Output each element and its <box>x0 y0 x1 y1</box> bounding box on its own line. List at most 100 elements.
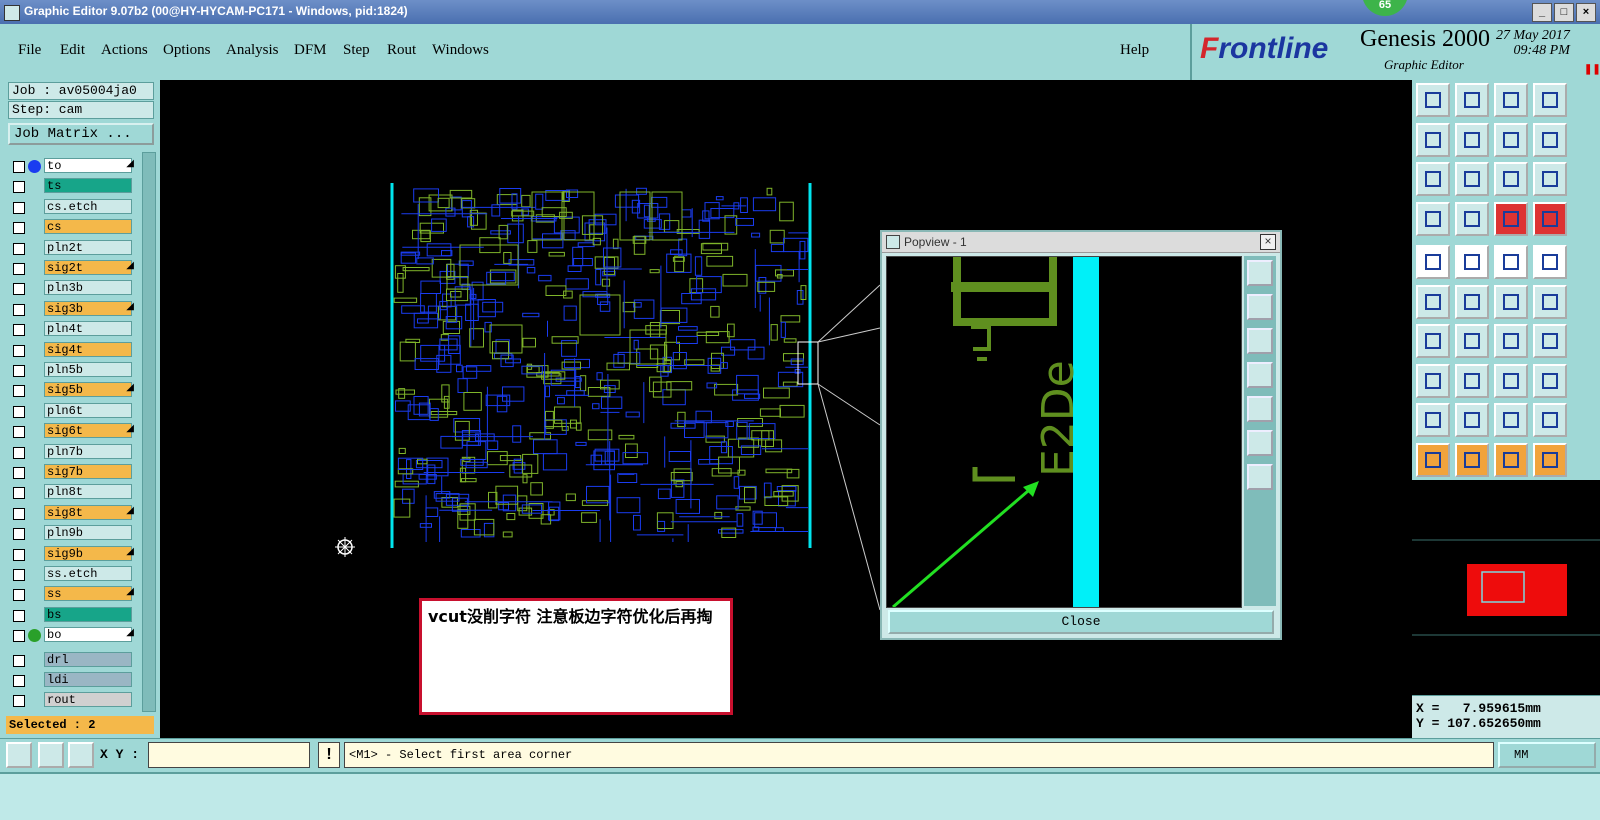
grid-button[interactable] <box>68 742 94 768</box>
layer-name[interactable]: cs.etch <box>44 198 132 214</box>
layer-row[interactable]: sig9b ◢ <box>8 545 138 563</box>
select-orange-icon[interactable] <box>1455 442 1489 477</box>
layer-list-scrollbar[interactable] <box>142 152 156 712</box>
layer-name[interactable]: pln2t <box>44 239 132 255</box>
layer-name[interactable]: ss <box>44 586 132 602</box>
layer-name[interactable]: sig8t <box>44 504 132 520</box>
layer-name[interactable]: sig5b <box>44 382 132 398</box>
layer-checkbox[interactable] <box>13 324 25 337</box>
popview-close-button[interactable]: Close <box>888 610 1274 634</box>
step-icon[interactable] <box>1533 122 1567 157</box>
area2-icon[interactable] <box>1494 403 1528 437</box>
layer-row[interactable]: cs.etch <box>8 198 138 216</box>
menu-options[interactable]: Options <box>163 42 211 59</box>
popview-pan-left-button[interactable] <box>1247 362 1273 388</box>
layer-name[interactable]: sig9b <box>44 545 132 561</box>
layer-checkbox[interactable] <box>13 181 25 194</box>
home-icon[interactable] <box>1494 83 1528 117</box>
layer-row[interactable]: ts <box>8 177 138 195</box>
grid-icon[interactable] <box>1455 201 1489 236</box>
fit-vertical-icon[interactable] <box>1455 162 1489 196</box>
layer-checkbox[interactable] <box>13 630 25 643</box>
popview-pan-right-button[interactable] <box>1247 396 1273 422</box>
units-selector[interactable]: MM <box>1498 742 1596 768</box>
layer-row[interactable]: pln4t <box>8 320 138 338</box>
move-right-icon[interactable] <box>1455 122 1489 157</box>
layer-checkbox[interactable] <box>13 569 25 581</box>
layer-row[interactable]: pln5b <box>8 361 138 379</box>
line-red-icon[interactable] <box>1455 363 1489 398</box>
layer-row[interactable]: sig5b ◢ <box>8 381 138 399</box>
layer-row[interactable]: pln8t <box>8 483 138 501</box>
popview-pan-up-button[interactable] <box>1247 294 1273 320</box>
layer-row[interactable]: rout <box>8 691 138 708</box>
connect-icon[interactable] <box>1416 284 1450 319</box>
window-icon[interactable] <box>1533 83 1567 117</box>
layer-row[interactable]: sig7b <box>8 463 138 481</box>
line-icon[interactable] <box>1455 324 1489 358</box>
maximize-button[interactable]: □ <box>1554 3 1574 22</box>
measure-red2-icon[interactable] <box>1533 201 1567 236</box>
layer-row[interactable]: to ◢ <box>8 157 138 175</box>
layer-row[interactable]: pln7b <box>8 443 138 461</box>
zoom-fit-button[interactable] <box>6 742 32 768</box>
select-box-icon[interactable] <box>1494 442 1528 477</box>
cross-icon[interactable] <box>1455 284 1489 319</box>
layer-row[interactable]: ss ◢ <box>8 585 138 603</box>
layer-name[interactable]: pln7b <box>44 443 132 459</box>
layer-checkbox[interactable] <box>13 695 25 708</box>
popview-close-icon[interactable]: × <box>1260 234 1276 250</box>
layer-name[interactable]: ss.etch <box>44 566 132 581</box>
ruler-icon[interactable] <box>1494 245 1528 279</box>
help-icon[interactable] <box>1533 162 1567 196</box>
snap-node-icon[interactable] <box>1533 442 1567 477</box>
layer-checkbox[interactable] <box>13 303 25 316</box>
area3-icon[interactable] <box>1533 403 1567 437</box>
layer-row[interactable]: sig2t ◢ <box>8 259 138 277</box>
layer-row[interactable]: ldi <box>8 671 138 689</box>
home-top-icon[interactable] <box>1416 83 1450 117</box>
job-matrix-button[interactable]: Job Matrix ... <box>8 123 154 145</box>
layer-name[interactable]: sig6t <box>44 423 132 439</box>
layer-checkbox[interactable] <box>13 344 25 357</box>
measure-red-icon[interactable] <box>1494 201 1528 236</box>
layer-row[interactable]: sig8t ◢ <box>8 504 138 522</box>
layer-row[interactable]: pln3b <box>8 279 138 297</box>
layer-checkbox[interactable] <box>13 654 25 667</box>
layer-name[interactable]: sig3b <box>44 300 132 316</box>
layer-row[interactable]: sig3b ◢ <box>8 300 138 318</box>
layer-name[interactable]: drl <box>44 651 132 667</box>
layer-name[interactable]: pln5b <box>44 362 132 377</box>
ratio-icon[interactable] <box>1494 162 1528 196</box>
layer-checkbox[interactable] <box>13 283 25 296</box>
layer-row[interactable]: sig4t <box>8 341 138 359</box>
menu-actions[interactable]: Actions <box>101 42 148 59</box>
select-arrow-icon[interactable] <box>1416 442 1450 477</box>
layer-name[interactable]: pln6t <box>44 402 132 418</box>
menu-analysis[interactable]: Analysis <box>226 42 279 59</box>
minimap[interactable] <box>1412 480 1600 695</box>
layer-name[interactable]: cs <box>44 219 132 235</box>
layer-checkbox[interactable] <box>13 242 25 255</box>
layer-row[interactable]: sig6t ◢ <box>8 422 138 440</box>
alert-button[interactable]: ! <box>318 742 340 768</box>
layer-row[interactable]: pln6t <box>8 402 138 420</box>
layer-checkbox[interactable] <box>13 446 25 459</box>
layer-name[interactable]: pln8t <box>44 484 132 500</box>
layer-row[interactable]: bs <box>8 606 138 624</box>
rotate-icon[interactable] <box>1494 324 1528 358</box>
area-red-icon[interactable] <box>1455 403 1489 437</box>
flip-icon[interactable] <box>1494 122 1528 157</box>
layer-checkbox[interactable] <box>13 467 25 479</box>
layer-name[interactable]: sig7b <box>44 464 132 479</box>
layer-checkbox[interactable] <box>13 365 25 377</box>
text-ff-icon[interactable] <box>1533 324 1567 358</box>
layer-name[interactable]: pln9b <box>44 525 132 541</box>
measure-button[interactable] <box>38 742 64 768</box>
layer-checkbox[interactable] <box>13 507 25 520</box>
layer-name[interactable]: bo <box>44 627 132 643</box>
popview-zoom-in-button[interactable] <box>1247 464 1273 490</box>
layer-checkbox[interactable] <box>13 609 25 622</box>
layer-row[interactable]: cs <box>8 218 138 236</box>
pick2-icon[interactable] <box>1533 284 1567 319</box>
